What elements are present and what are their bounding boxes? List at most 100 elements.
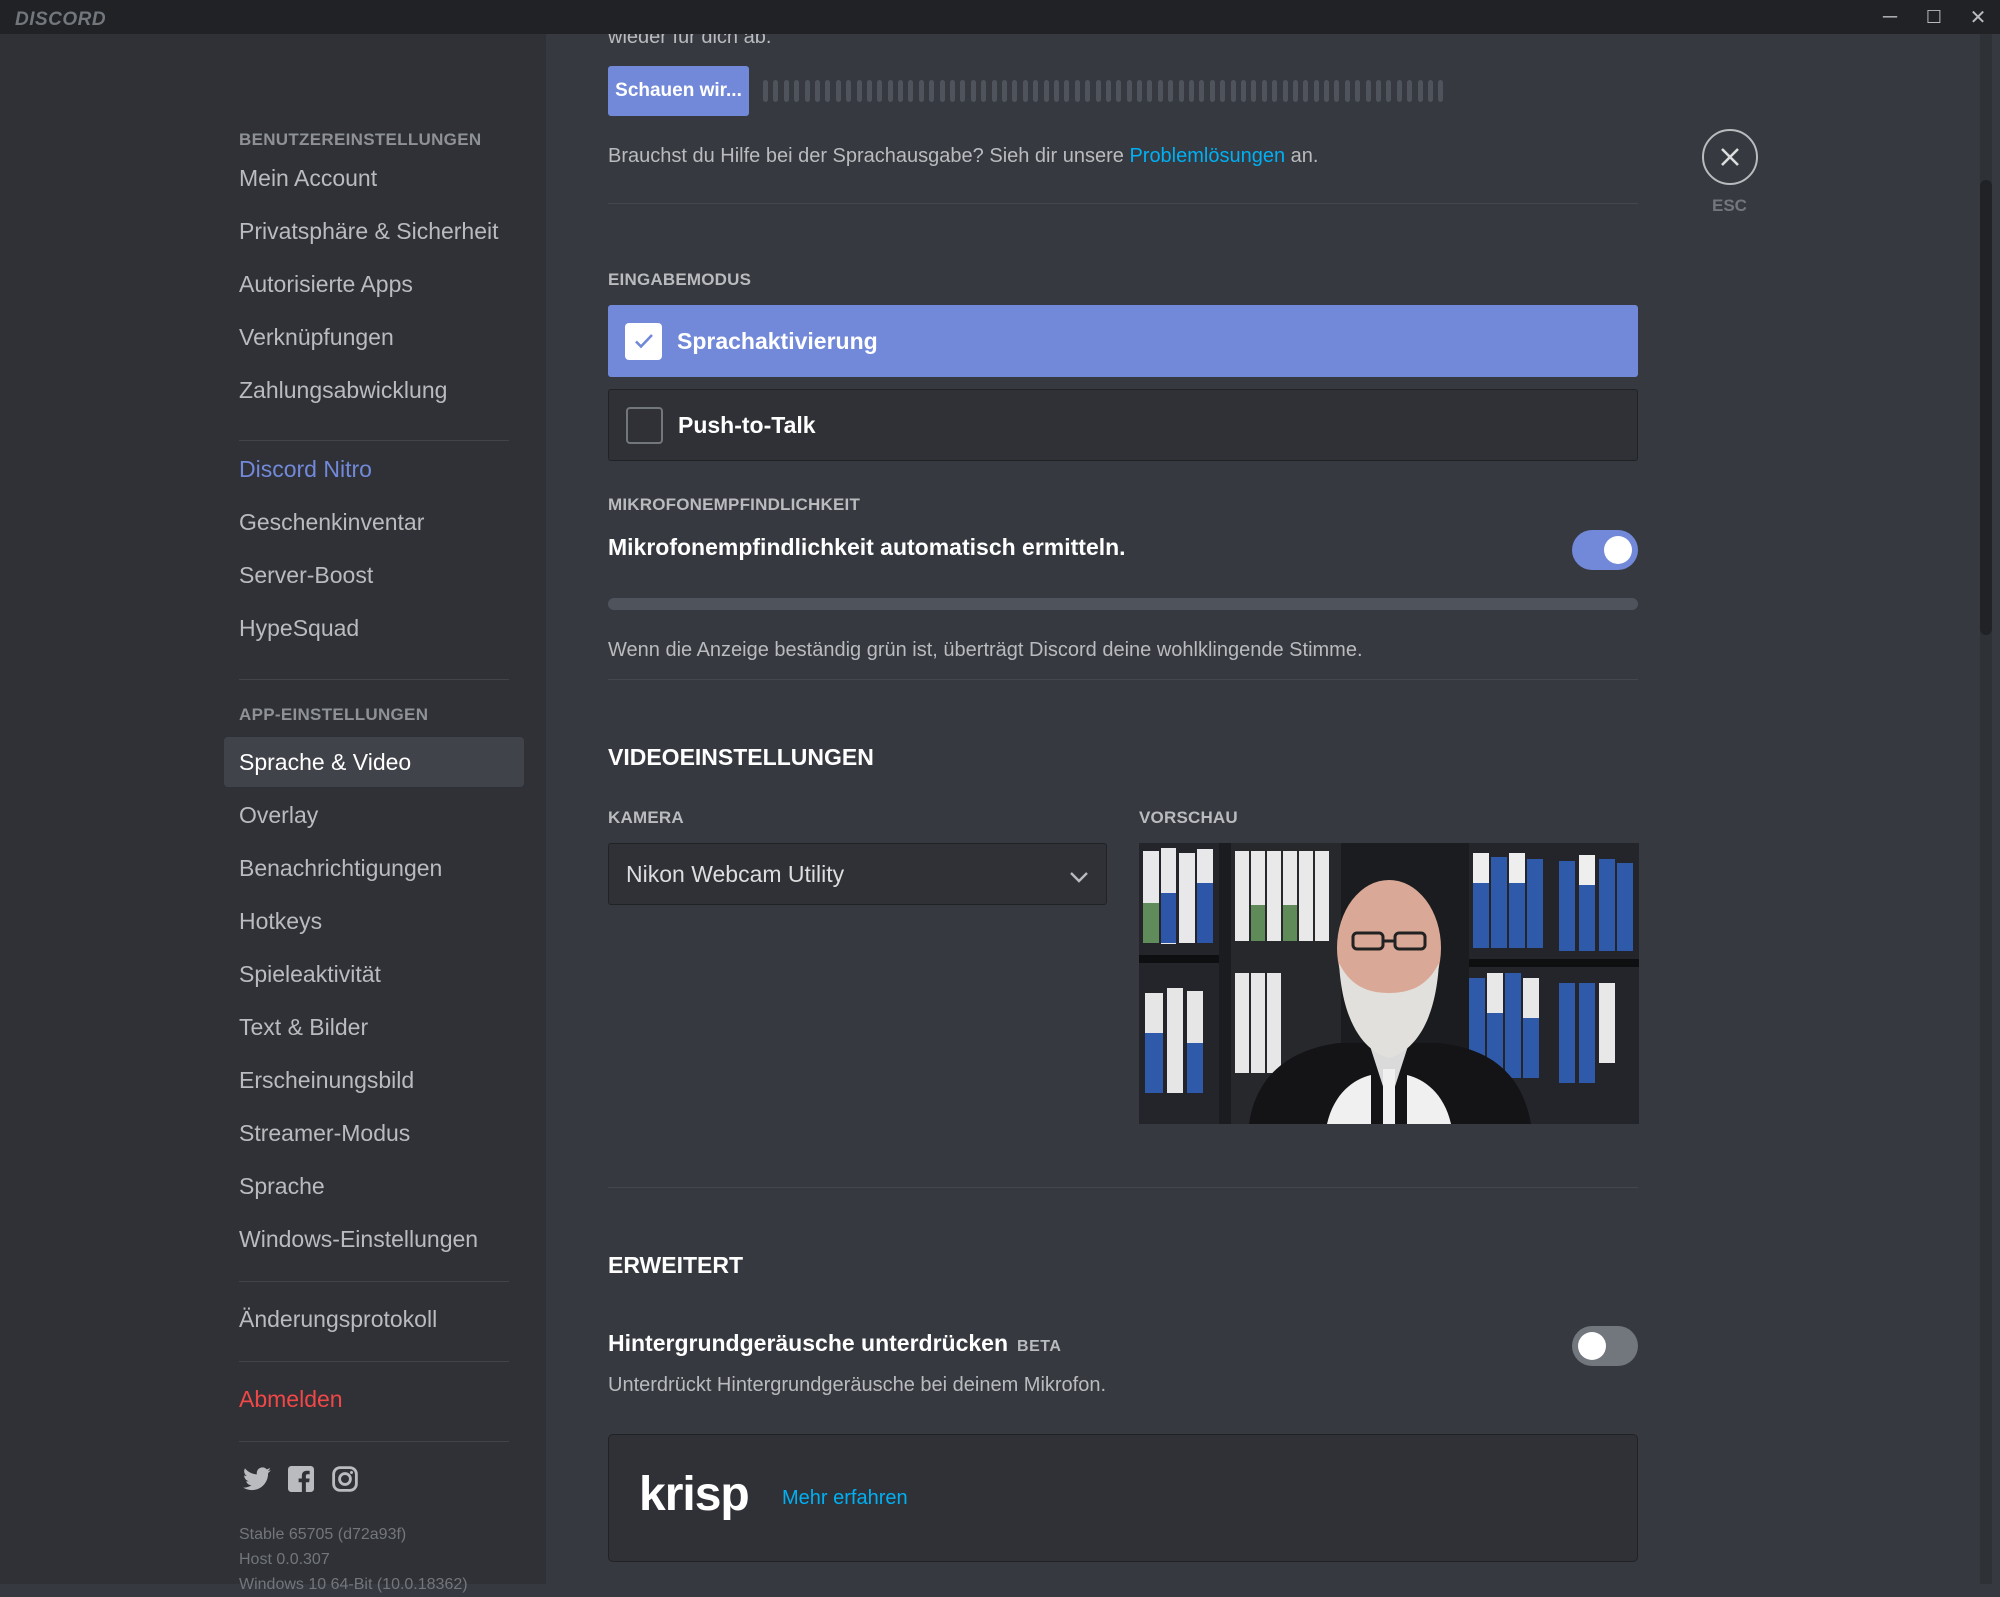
- troubleshooting-link[interactable]: Problemlösungen: [1129, 145, 1285, 167]
- minimize-button[interactable]: ─: [1868, 0, 1912, 34]
- section-divider: [608, 203, 1638, 204]
- esc-label: ESC: [1712, 196, 1747, 215]
- meter-segment: [1396, 80, 1402, 102]
- beta-badge: BETA: [1017, 1338, 1062, 1355]
- meter-segment: [794, 80, 800, 102]
- input-mode-push-to-talk[interactable]: Push-to-Talk: [608, 389, 1638, 461]
- meter-segment: [981, 80, 987, 102]
- scrollbar-thumb[interactable]: [1980, 180, 1992, 635]
- toggle-knob: [1604, 536, 1632, 564]
- meter-segment: [1085, 80, 1091, 102]
- sidebar-divider: [239, 1281, 509, 1282]
- krisp-banner: krisp Mehr erfahren: [608, 1434, 1638, 1562]
- meter-segment: [1168, 80, 1174, 102]
- help-text-suffix: an.: [1285, 145, 1319, 167]
- meter-segment: [1365, 80, 1371, 102]
- facebook-icon[interactable]: [286, 1464, 316, 1494]
- meter-segment: [1012, 80, 1018, 102]
- user-settings-heading: BENUTZEREINSTELLUNGEN: [239, 130, 482, 149]
- window-close-button[interactable]: ✕: [1956, 0, 2000, 34]
- sidebar-item-notifications[interactable]: Benachrichtigungen: [224, 843, 524, 893]
- meter-segment: [1428, 80, 1433, 102]
- meter-segment: [1220, 80, 1226, 102]
- sidebar-item-my-account[interactable]: Mein Account: [224, 153, 524, 203]
- meter-segment: [1438, 80, 1444, 102]
- meter-segment: [1303, 80, 1309, 102]
- meter-segment: [866, 80, 872, 102]
- learn-more-link[interactable]: Mehr erfahren: [782, 1487, 908, 1510]
- sidebar-item-appearance[interactable]: Erscheinungsbild: [224, 1055, 524, 1105]
- meter-segment: [1251, 80, 1257, 102]
- sidebar-item-language[interactable]: Sprache: [224, 1161, 524, 1211]
- meter-segment: [1209, 80, 1215, 102]
- sidebar-divider: [239, 679, 509, 680]
- meter-segment: [1355, 80, 1361, 102]
- sidebar-item-authorized-apps[interactable]: Autorisierte Apps: [224, 259, 524, 309]
- meter-segment: [1230, 80, 1236, 102]
- meter-segment: [1417, 80, 1423, 102]
- krisp-logo: krisp: [639, 1468, 750, 1521]
- sidebar-item-game-activity[interactable]: Spieleaktivität: [224, 949, 524, 999]
- app-logo: DISCORD: [15, 9, 107, 30]
- twitter-icon[interactable]: [242, 1464, 272, 1494]
- mic-test-button[interactable]: Schauen wir...: [608, 66, 749, 116]
- settings-content: wieder für dich ab. Schauen wir... Brauc…: [546, 34, 2000, 1584]
- checkbox-empty-icon: [626, 406, 663, 444]
- camera-select-value: Nikon Webcam Utility: [626, 860, 845, 887]
- settings-sidebar: BENUTZEREINSTELLUNGEN Mein Account Priva…: [0, 34, 546, 1593]
- meter-segment: [950, 80, 956, 102]
- meter-segment: [1001, 80, 1007, 102]
- sidebar-item-gift-inventory[interactable]: Geschenkinventar: [224, 497, 524, 547]
- camera-select[interactable]: Nikon Webcam Utility: [608, 843, 1107, 905]
- version-stable: Stable 65705 (d72a93f): [239, 1526, 407, 1543]
- input-mode-heading: EINGABEMODUS: [608, 270, 752, 289]
- meter-segment: [1157, 80, 1163, 102]
- meter-segment: [846, 80, 852, 102]
- camera-heading: KAMERA: [608, 808, 684, 827]
- input-mode-voice-activity[interactable]: Sprachaktivierung: [608, 305, 1638, 377]
- sidebar-item-changelog[interactable]: Änderungsprotokoll: [224, 1294, 524, 1344]
- meter-segment: [1282, 80, 1288, 102]
- video-settings-heading: VIDEOEINSTELLUNGEN: [608, 744, 874, 770]
- meter-segment: [1334, 80, 1340, 102]
- close-icon: [1721, 148, 1739, 166]
- meter-segment: [814, 80, 820, 102]
- meter-segment: [1292, 80, 1298, 102]
- voice-help-text: Brauchst du Hilfe bei der Sprachausgabe?…: [608, 145, 1318, 168]
- camera-preview: [1139, 843, 1639, 1124]
- meter-segment: [825, 80, 831, 102]
- sidebar-item-server-boost[interactable]: Server-Boost: [224, 550, 524, 600]
- sidebar-item-nitro[interactable]: Discord Nitro: [224, 444, 524, 494]
- sidebar-item-voice-video[interactable]: Sprache & Video: [224, 737, 524, 787]
- close-settings-button[interactable]: [1702, 129, 1758, 185]
- noise-suppression-description: Unterdrückt Hintergrundgeräusche bei dei…: [608, 1374, 1107, 1396]
- sidebar-divider: [239, 1441, 509, 1442]
- push-to-talk-label: Push-to-Talk: [678, 411, 816, 438]
- meter-segment: [1137, 80, 1143, 102]
- maximize-button[interactable]: ☐: [1912, 0, 1956, 34]
- meter-segment: [856, 80, 862, 102]
- noise-suppression-title: Hintergrundgeräusche unterdrücken BETA: [608, 1330, 1061, 1357]
- instagram-icon[interactable]: [330, 1464, 360, 1494]
- meter-segment: [1095, 80, 1101, 102]
- sidebar-item-text-images[interactable]: Text & Bilder: [224, 1002, 524, 1052]
- logout-button[interactable]: Abmelden: [224, 1374, 524, 1424]
- meter-segment: [898, 80, 904, 102]
- auto-sensitivity-toggle[interactable]: [1572, 530, 1638, 570]
- sidebar-item-privacy[interactable]: Privatsphäre & Sicherheit: [224, 206, 524, 256]
- meter-segment: [1272, 80, 1278, 102]
- noise-suppression-toggle[interactable]: [1572, 1326, 1638, 1366]
- sidebar-item-billing[interactable]: Zahlungsabwicklung: [224, 365, 524, 415]
- auto-sensitivity-label: Mikrofonempfindlichkeit automatisch ermi…: [608, 534, 1126, 560]
- sidebar-item-connections[interactable]: Verknüpfungen: [224, 312, 524, 362]
- sidebar-item-streamer-mode[interactable]: Streamer-Modus: [224, 1108, 524, 1158]
- meter-segment: [939, 80, 945, 102]
- meter-segment: [783, 80, 789, 102]
- sidebar-item-hypesquad[interactable]: HypeSquad: [224, 603, 524, 653]
- sidebar-item-overlay[interactable]: Overlay: [224, 790, 524, 840]
- mic-test-description: wieder für dich ab.: [608, 34, 772, 48]
- sidebar-item-hotkeys[interactable]: Hotkeys: [224, 896, 524, 946]
- meter-segment: [1376, 80, 1382, 102]
- sidebar-item-windows-settings[interactable]: Windows-Einstellungen: [224, 1214, 524, 1264]
- meter-segment: [1313, 80, 1319, 102]
